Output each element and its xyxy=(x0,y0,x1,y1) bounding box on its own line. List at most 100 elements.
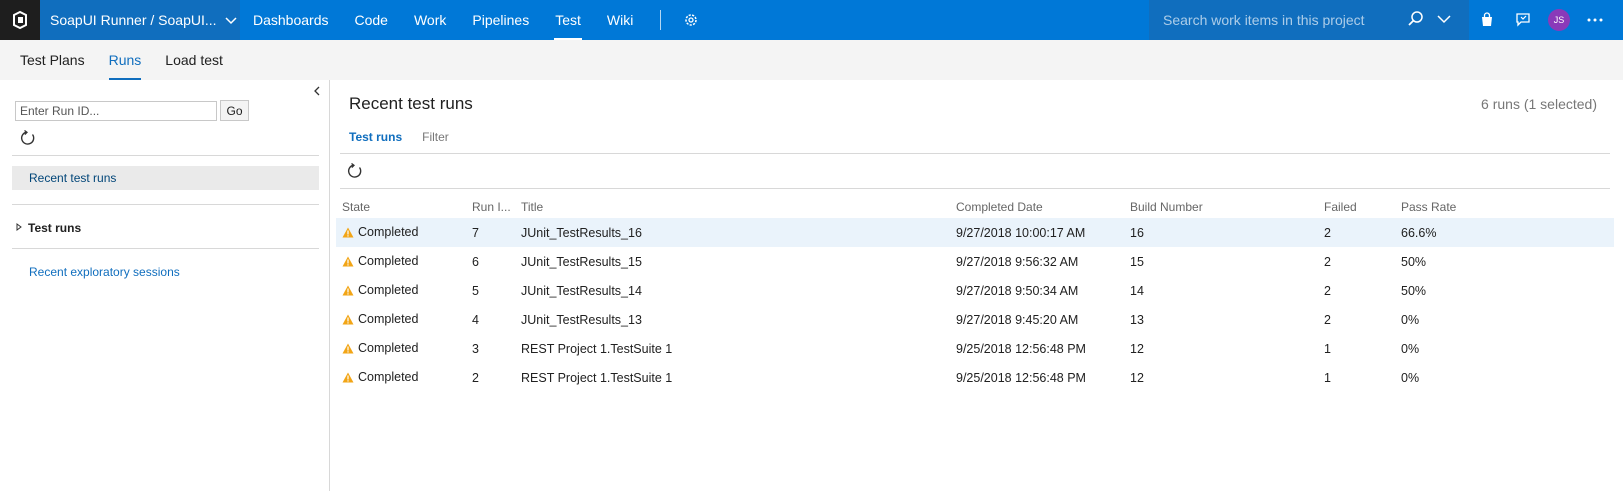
run-id-input[interactable] xyxy=(15,101,217,121)
run-count: 6 runs (1 selected) xyxy=(1481,96,1597,112)
failed-cell: 1 xyxy=(1324,370,1331,385)
more-icon[interactable] xyxy=(1577,0,1613,40)
warning-icon xyxy=(342,343,354,357)
pass-rate-cell: 0% xyxy=(1401,370,1420,385)
state-label: Completed xyxy=(358,311,419,326)
nav-pipelines[interactable]: Pipelines xyxy=(459,0,542,40)
warning-icon xyxy=(342,227,354,241)
nav-work[interactable]: Work xyxy=(401,0,459,40)
divider xyxy=(12,204,319,205)
tab-runs[interactable]: Runs xyxy=(97,40,154,80)
tab-test-runs[interactable]: Test runs xyxy=(349,130,402,144)
refresh-icon[interactable] xyxy=(20,129,36,149)
state-cell: Completed xyxy=(336,247,466,276)
go-button[interactable]: Go xyxy=(220,100,249,121)
search-icon[interactable] xyxy=(1407,10,1425,31)
state-label: Completed xyxy=(358,369,419,384)
column-header-title[interactable]: Title xyxy=(515,196,950,218)
table-row[interactable]: Completed 5 JUnit_TestResults_14 9/27/20… xyxy=(336,276,1614,305)
run-id-cell: 4 xyxy=(472,312,479,327)
content-tabs: Test runs Filter xyxy=(349,130,469,144)
state-label: Completed xyxy=(358,340,419,355)
sub-nav: Test Plans Runs Load test xyxy=(0,40,1623,80)
title-cell: JUnit_TestResults_13 xyxy=(521,312,642,327)
failed-cell: 2 xyxy=(1324,283,1331,298)
nav-divider xyxy=(660,10,662,30)
table-row[interactable]: Completed 4 JUnit_TestResults_13 9/27/20… xyxy=(336,305,1614,334)
completed-date-cell: 9/27/2018 9:45:20 AM xyxy=(956,312,1079,327)
table-row[interactable]: Completed 2 REST Project 1.TestSuite 1 9… xyxy=(336,363,1614,392)
column-header-pass-rate[interactable]: Pass Rate xyxy=(1395,196,1614,218)
run-id-cell: 5 xyxy=(472,283,479,298)
build-number-cell: 12 xyxy=(1130,370,1144,385)
completed-date-cell: 9/25/2018 12:56:48 PM xyxy=(956,370,1086,385)
failed-cell: 1 xyxy=(1324,341,1331,356)
chevron-down-icon xyxy=(225,12,237,28)
chevron-down-icon[interactable] xyxy=(1437,12,1451,27)
pass-rate-cell: 0% xyxy=(1401,312,1420,327)
header-actions: JS xyxy=(1469,0,1613,40)
table-row[interactable]: Completed 6 JUnit_TestResults_15 9/27/20… xyxy=(336,247,1614,276)
recent-test-runs-item[interactable]: Recent test runs xyxy=(12,166,319,190)
tab-test-plans[interactable]: Test Plans xyxy=(8,40,97,80)
warning-icon xyxy=(342,372,354,386)
nav-dashboards[interactable]: Dashboards xyxy=(240,0,342,40)
collapse-pane-icon[interactable] xyxy=(313,86,320,99)
table-row[interactable]: Completed 3 REST Project 1.TestSuite 1 9… xyxy=(336,334,1614,363)
state-cell: Completed xyxy=(336,218,466,247)
column-header-build-number[interactable]: Build Number xyxy=(1124,196,1318,218)
completed-date-cell: 9/27/2018 10:00:17 AM xyxy=(950,218,1124,247)
user-avatar[interactable]: JS xyxy=(1541,0,1577,40)
shopping-bag-icon[interactable] xyxy=(1469,0,1505,40)
tab-load-test[interactable]: Load test xyxy=(153,40,235,80)
recent-exploratory-sessions-link[interactable]: Recent exploratory sessions xyxy=(29,265,180,279)
run-id-cell: 7 xyxy=(466,218,515,247)
gear-icon[interactable] xyxy=(673,0,709,40)
test-runs-table: State Run I... Title Completed Date Buil… xyxy=(336,196,1614,392)
table-row[interactable]: Completed 7 JUnit_TestResults_16 9/27/20… xyxy=(336,218,1614,247)
pass-rate-cell: 50% xyxy=(1401,283,1427,298)
completed-date-cell: 9/27/2018 9:50:34 AM xyxy=(956,283,1079,298)
divider xyxy=(12,155,319,156)
title-cell: REST Project 1.TestSuite 1 xyxy=(521,341,673,356)
table-header-row: State Run I... Title Completed Date Buil… xyxy=(336,196,1614,218)
column-header-run-id[interactable]: Run I... xyxy=(466,196,515,218)
run-id-cell: 6 xyxy=(472,254,479,269)
title-cell: JUnit_TestResults_15 xyxy=(521,254,642,269)
column-header-state[interactable]: State xyxy=(336,196,466,218)
page-title: Recent test runs xyxy=(349,94,473,113)
state-label: Completed xyxy=(358,282,419,297)
search-box xyxy=(1149,0,1469,40)
nav-code[interactable]: Code xyxy=(342,0,401,40)
test-runs-tree-item[interactable]: Test runs xyxy=(16,221,81,235)
failed-cell: 2 xyxy=(1318,218,1395,247)
run-id-cell: 2 xyxy=(472,370,479,385)
failed-cell: 2 xyxy=(1324,254,1331,269)
title-cell: JUnit_TestResults_14 xyxy=(521,283,642,298)
state-label: Completed xyxy=(358,224,419,239)
tab-filter[interactable]: Filter xyxy=(422,130,449,144)
divider xyxy=(340,188,1610,189)
warning-icon xyxy=(342,314,354,328)
build-number-cell: 14 xyxy=(1130,283,1144,298)
main-nav: Dashboards Code Work Pipelines Test Wiki xyxy=(240,0,709,40)
column-header-completed-date[interactable]: Completed Date xyxy=(950,196,1124,218)
feedback-icon[interactable] xyxy=(1505,0,1541,40)
warning-icon xyxy=(342,256,354,270)
project-selector[interactable]: SoapUI Runner / SoapUI... xyxy=(40,0,240,40)
title-cell: JUnit_TestResults_16 xyxy=(515,218,950,247)
build-number-cell: 15 xyxy=(1130,254,1144,269)
column-header-failed[interactable]: Failed xyxy=(1318,196,1395,218)
pass-rate-cell: 0% xyxy=(1401,341,1420,356)
state-cell: Completed xyxy=(336,363,466,392)
search-input[interactable] xyxy=(1163,12,1393,28)
azure-devops-logo-icon[interactable] xyxy=(0,0,40,40)
build-number-cell: 13 xyxy=(1130,312,1144,327)
left-pane: Go Recent test runs Test runs Recent exp… xyxy=(0,80,330,491)
nav-test[interactable]: Test xyxy=(542,0,594,40)
refresh-icon[interactable] xyxy=(347,162,363,182)
completed-date-cell: 9/27/2018 9:56:32 AM xyxy=(956,254,1079,269)
state-cell: Completed xyxy=(336,305,466,334)
expand-triangle-icon[interactable] xyxy=(16,223,22,233)
nav-wiki[interactable]: Wiki xyxy=(594,0,646,40)
